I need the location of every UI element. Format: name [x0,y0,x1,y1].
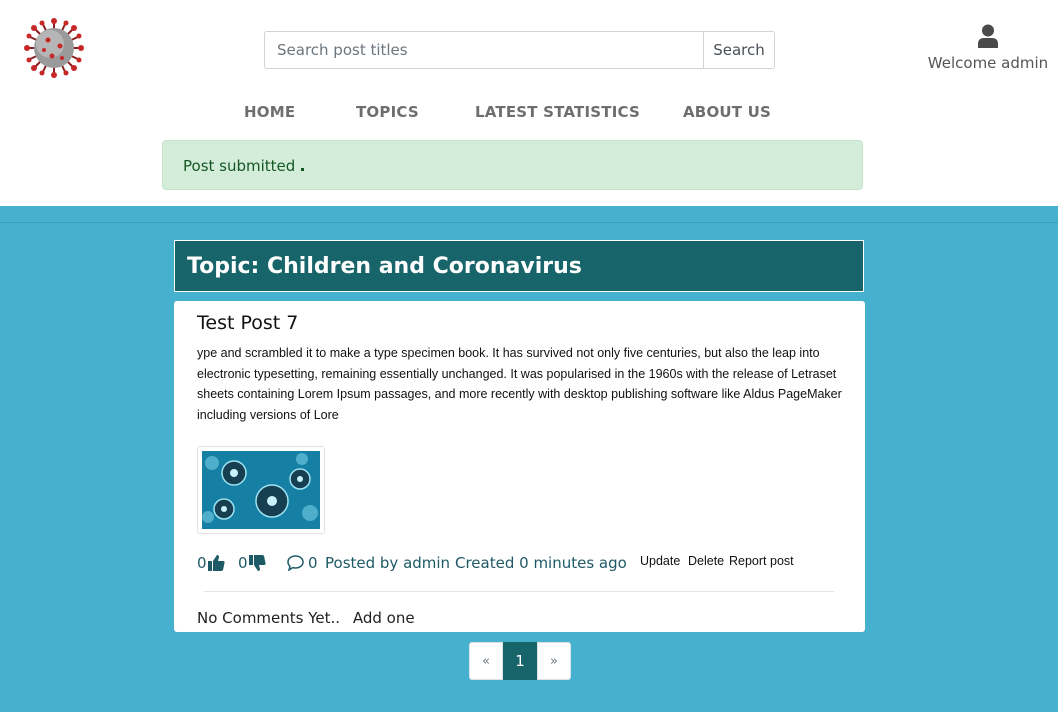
post-meta: 0 0 0 Posted by admin Created 0 minutes … [197,554,847,574]
no-comments-text: No Comments Yet.. [197,609,341,627]
virus-image [202,451,320,529]
topic-title: Topic: Children and Coronavirus [187,254,582,279]
update-link[interactable]: Update [640,554,680,568]
prev-page-button[interactable]: « [469,642,503,680]
add-comment-link[interactable]: Add one [353,609,415,627]
nav-about-us[interactable]: ABOUT US [683,103,771,121]
user-menu[interactable]: Welcome admin [925,24,1051,72]
nav-topics[interactable]: TOPICS [356,103,419,121]
alert-dot [301,168,305,171]
post-image[interactable] [197,446,325,534]
user-icon[interactable] [977,24,999,48]
like-count: 0 [197,554,207,572]
thumbs-down-icon[interactable] [249,555,266,571]
main-nav: HOME TOPICS LATEST STATISTICS ABOUT US [0,103,1058,123]
post-title[interactable]: Test Post 7 [197,312,298,334]
report-post-link[interactable]: Report post [729,554,794,568]
search-bar: Search [264,31,775,69]
next-page-button[interactable]: » [537,642,571,680]
thumbs-up-icon[interactable] [208,555,225,571]
topic-banner: Topic: Children and Coronavirus [174,240,864,292]
comment-icon[interactable] [287,555,304,571]
search-input[interactable] [264,31,703,69]
coronavirus-logo-icon[interactable] [24,18,84,78]
created-time: Created 0 minutes ago [455,554,627,572]
section-divider [0,222,1058,223]
post-card: Test Post 7 ype and scrambled it to make… [174,301,865,632]
content-area: Topic: Children and Coronavirus Test Pos… [0,206,1058,712]
pagination: « 1 » [469,642,571,680]
page-1-button[interactable]: 1 [503,642,537,680]
search-button[interactable]: Search [703,31,775,69]
comment-count: 0 [308,554,318,572]
delete-link[interactable]: Delete [688,554,724,568]
post-divider [204,591,834,592]
welcome-text: Welcome admin [927,54,1049,72]
posted-by: Posted by admin [325,554,451,572]
nav-latest-statistics[interactable]: LATEST STATISTICS [475,103,640,121]
comments-section: No Comments Yet.. Add one [197,609,415,627]
site-header: Search Welcome admin HOME TOPICS LATEST … [0,0,1058,206]
post-body: ype and scrambled it to make a type spec… [197,346,842,422]
nav-home[interactable]: HOME [244,103,295,121]
dislike-count: 0 [238,554,248,572]
alert-message: Post submitted [183,157,296,175]
success-alert: Post submitted [162,140,863,190]
